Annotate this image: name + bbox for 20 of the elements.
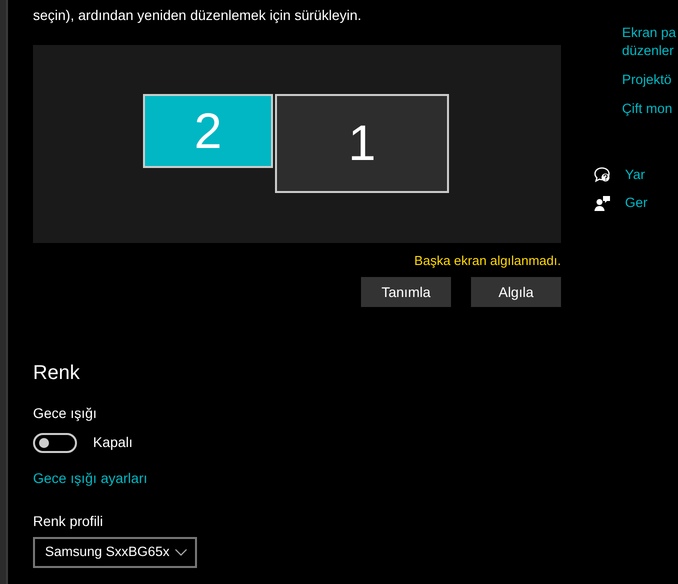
section-title: Renk — [33, 361, 81, 385]
person-feedback-icon — [594, 194, 611, 212]
color-profile-dropdown[interactable]: Samsung SxxBG65x — [33, 537, 197, 568]
related-setting-link[interactable]: Ekran pa düzenler — [622, 24, 678, 60]
status-message: Başka ekran algılanmadı. — [413, 253, 561, 269]
toggle-state-text: Kapalı — [93, 433, 133, 452]
help-link[interactable]: Ger — [625, 194, 648, 212]
night-light-settings-link[interactable]: Gece ışığı ayarları — [33, 470, 148, 486]
action-button[interactable]: Algıla — [471, 277, 561, 307]
night-light-label: Gece ışığı — [33, 404, 98, 423]
night-light-toggle[interactable] — [33, 432, 77, 452]
instructions-text: seçin), ardından yeniden düzenlemek için sürükleyin. — [33, 6, 362, 25]
display-tile[interactable]: 1 — [275, 94, 449, 193]
chat-help-icon — [594, 166, 611, 184]
color-profile-label: Renk profili — [33, 512, 104, 531]
chevron-down-icon — [175, 549, 187, 556]
help-link[interactable]: Yar — [625, 166, 646, 184]
related-setting-link[interactable]: Çift mon — [622, 100, 678, 118]
action-button[interactable]: Tanımla — [361, 277, 451, 307]
related-setting-link[interactable]: Projektö — [622, 71, 678, 89]
